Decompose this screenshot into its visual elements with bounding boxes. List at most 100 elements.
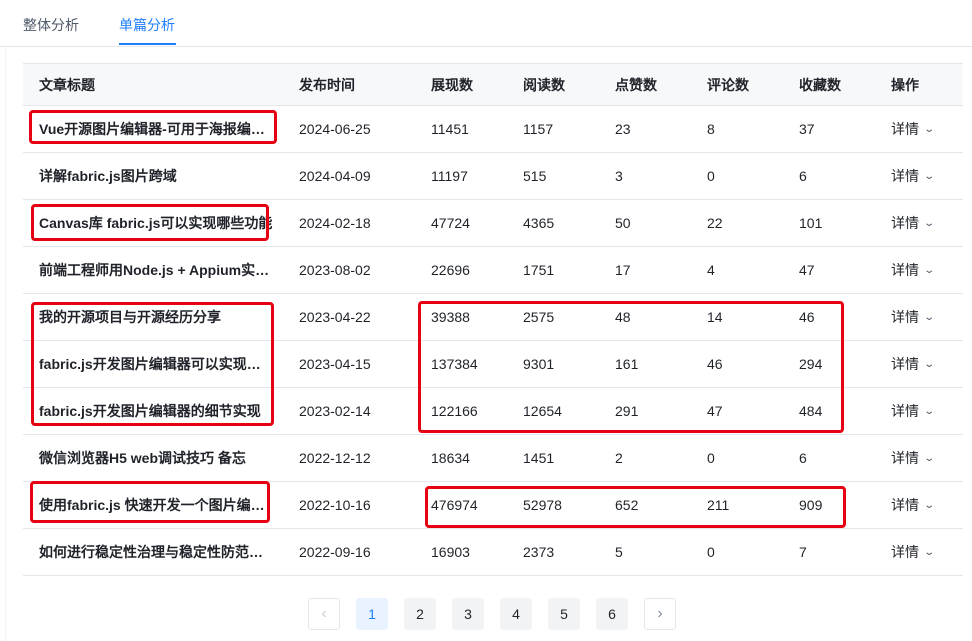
table-row: 我的开源项目与开源经历分享 2023-04-22 39388 2575 48 14 46 详情… — [23, 293, 963, 341]
reads-count: 12654 — [507, 387, 599, 435]
details-dropdown-button[interactable]: 详情 ⌄ — [891, 260, 935, 280]
reads-count: 2373 — [507, 528, 599, 576]
likes-count: 2 — [599, 434, 691, 482]
article-title[interactable]: 前端工程师用Node.js + Appium实现自动化 — [23, 246, 283, 294]
table-header-row: 文章标题 发布时间 展现数 阅读数 点赞数 评论数 收藏数 操作 — [23, 63, 963, 106]
favorites-count: 294 — [783, 340, 875, 388]
page-button-6[interactable]: 6 — [596, 598, 628, 630]
chevron-left-icon[interactable]: ‹ — [308, 598, 340, 630]
article-title[interactable]: Canvas库 fabric.js可以实现哪些功能 — [23, 199, 283, 247]
views-count: 11451 — [415, 105, 507, 153]
page-button-2[interactable]: 2 — [404, 598, 436, 630]
details-dropdown-button[interactable]: 详情 ⌄ — [891, 542, 935, 562]
publish-date: 2023-04-15 — [283, 340, 415, 388]
chevron-down-icon: ⌄ — [923, 499, 936, 511]
reads-count: 2575 — [507, 293, 599, 341]
page-button-3[interactable]: 3 — [452, 598, 484, 630]
table-row: 如何进行稳定性治理与稳定性防范措施 2022-09-16 16903 2373 5 0 7 详… — [23, 528, 963, 576]
header-actions: 操作 — [875, 63, 963, 106]
comments-count: 47 — [691, 387, 783, 435]
article-title[interactable]: 微信浏览器H5 web调试技巧 备忘 — [23, 434, 283, 482]
page-button-5[interactable]: 5 — [548, 598, 580, 630]
actions-cell: 详情 ⌄ — [875, 481, 963, 529]
table-row: Vue开源图片编辑器-可用于海报编辑、广告设计2024-06-251145111… — [23, 105, 963, 153]
details-label: 详情 — [891, 121, 919, 137]
details-dropdown-button[interactable]: 详情 ⌄ — [891, 401, 935, 421]
likes-count: 5 — [599, 528, 691, 576]
reads-count: 4365 — [507, 199, 599, 247]
publish-date: 2022-09-16 — [283, 528, 415, 576]
article-title[interactable]: 如何进行稳定性治理与稳定性防范措施 — [23, 528, 283, 576]
publish-date: 2023-08-02 — [283, 246, 415, 294]
details-label: 详情 — [891, 215, 919, 231]
likes-count: 17 — [599, 246, 691, 294]
actions-cell: 详情 ⌄ — [875, 340, 963, 388]
favorites-count: 101 — [783, 199, 875, 247]
table-row: 详解fabric.js图片跨域 2024-04-09 11197 515 3 0 6 详情 ⌄ — [23, 152, 963, 200]
chevron-right-icon[interactable]: › — [644, 598, 676, 630]
reads-count: 1157 — [507, 105, 599, 153]
table-row: 前端工程师用Node.js + Appium实现自动化2023-08-02226… — [23, 246, 963, 294]
table-row: 微信浏览器H5 web调试技巧 备忘 2022-12-12 18634 1451 2 0 6… — [23, 434, 963, 482]
likes-count: 291 — [599, 387, 691, 435]
comments-count: 46 — [691, 340, 783, 388]
chevron-down-icon: ⌄ — [923, 170, 936, 182]
favorites-count: 909 — [783, 481, 875, 529]
actions-cell: 详情 ⌄ — [875, 199, 963, 247]
actions-cell: 详情 ⌄ — [875, 105, 963, 153]
details-dropdown-button[interactable]: 详情 ⌄ — [891, 354, 935, 374]
active-tab-indicator — [119, 43, 176, 45]
chevron-down-icon: ⌄ — [923, 452, 936, 464]
likes-count: 161 — [599, 340, 691, 388]
details-label: 详情 — [891, 356, 919, 372]
details-dropdown-button[interactable]: 详情 ⌄ — [891, 213, 935, 233]
details-label: 详情 — [891, 309, 919, 325]
publish-date: 2024-06-25 — [283, 105, 415, 153]
table-row: 使用fabric.js 快速开发一个图片编辑器 2022-10-16 476974 5… — [23, 481, 963, 529]
article-title[interactable]: 使用fabric.js 快速开发一个图片编辑器 — [23, 481, 283, 529]
article-title[interactable]: fabric.js开发图片编辑器可以实现哪些功能 — [23, 340, 283, 388]
comments-count: 211 — [691, 481, 783, 529]
details-dropdown-button[interactable]: 详情 ⌄ — [891, 166, 936, 186]
reads-count: 515 — [507, 152, 599, 200]
details-dropdown-button[interactable]: 详情 ⌄ — [891, 448, 936, 468]
details-label: 详情 — [891, 262, 919, 278]
article-title[interactable]: 详解fabric.js图片跨域 — [23, 152, 283, 200]
article-title[interactable]: Vue开源图片编辑器-可用于海报编辑、广告设计 — [23, 105, 283, 153]
header-title: 文章标题 — [23, 63, 283, 106]
actions-cell: 详情 ⌄ — [875, 528, 963, 576]
divider — [5, 47, 6, 641]
details-dropdown-button[interactable]: 详情 ⌄ — [891, 307, 935, 327]
publish-date: 2022-12-12 — [283, 434, 415, 482]
article-title[interactable]: 我的开源项目与开源经历分享 — [23, 293, 283, 341]
tab-overall-analysis[interactable]: 整体分析 — [23, 15, 79, 35]
comments-count: 14 — [691, 293, 783, 341]
details-label: 详情 — [891, 544, 919, 560]
likes-count: 50 — [599, 199, 691, 247]
comments-count: 0 — [691, 434, 783, 482]
details-dropdown-button[interactable]: 详情 ⌄ — [891, 495, 936, 515]
favorites-count: 46 — [783, 293, 875, 341]
publish-date: 2022-10-16 — [283, 481, 415, 529]
reads-count: 52978 — [507, 481, 599, 529]
article-title[interactable]: fabric.js开发图片编辑器的细节实现 — [23, 387, 283, 435]
tab-single-article-analysis[interactable]: 单篇分析 — [119, 15, 175, 35]
page-button-4[interactable]: 4 — [500, 598, 532, 630]
header-comments: 评论数 — [691, 63, 783, 106]
reads-count: 1451 — [507, 434, 599, 482]
article-stats-table: 文章标题 发布时间 展现数 阅读数 点赞数 评论数 收藏数 操作 Vue开源图片… — [23, 63, 963, 576]
favorites-count: 6 — [783, 152, 875, 200]
header-likes: 点赞数 — [599, 63, 691, 106]
likes-count: 652 — [599, 481, 691, 529]
header-views: 展现数 — [415, 63, 507, 106]
publish-date: 2024-04-09 — [283, 152, 415, 200]
details-dropdown-button[interactable]: 详情 ⌄ — [891, 119, 935, 139]
page-button-1[interactable]: 1 — [356, 598, 388, 630]
table-row: fabric.js开发图片编辑器可以实现哪些功能 2023-04-15 137384… — [23, 340, 963, 388]
comments-count: 8 — [691, 105, 783, 153]
favorites-count: 484 — [783, 387, 875, 435]
views-count: 39388 — [415, 293, 507, 341]
views-count: 122166 — [415, 387, 507, 435]
views-count: 22696 — [415, 246, 507, 294]
views-count: 18634 — [415, 434, 507, 482]
